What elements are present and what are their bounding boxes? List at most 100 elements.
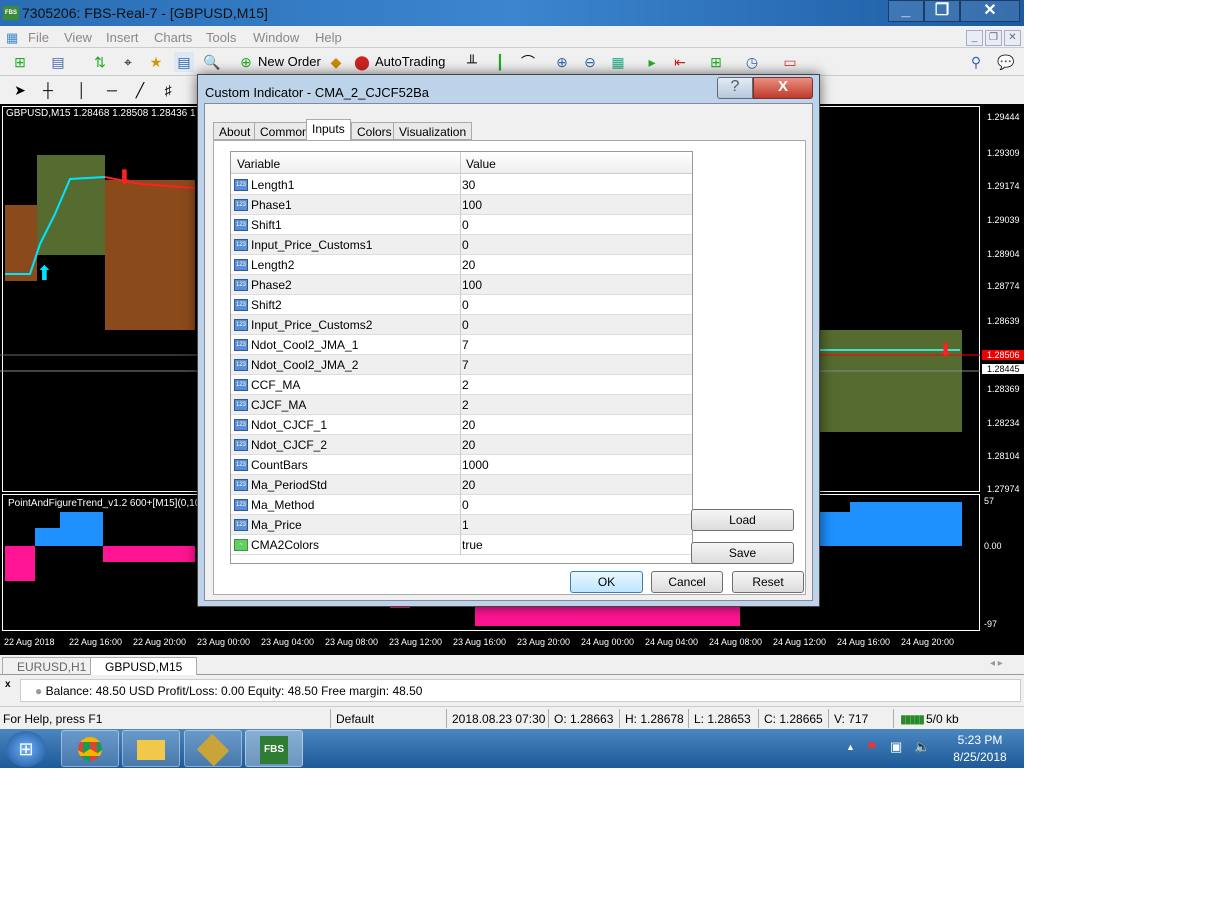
table-row[interactable]: 123 Ma_Method 0 bbox=[231, 495, 692, 515]
vertical-line-icon[interactable]: │ bbox=[72, 80, 92, 100]
mdi-restore-button[interactable]: ❐ bbox=[985, 30, 1002, 46]
periods-icon[interactable]: ◷ bbox=[742, 52, 762, 72]
variable-value[interactable]: 1 bbox=[462, 518, 469, 532]
variable-value[interactable]: 0 bbox=[462, 498, 469, 512]
cursor-icon[interactable]: ➤ bbox=[10, 80, 30, 100]
table-row[interactable]: 123 CCF_MA 2 bbox=[231, 375, 692, 395]
network-icon[interactable]: ▣ bbox=[890, 739, 902, 755]
menu-tools[interactable]: Tools bbox=[206, 30, 236, 45]
help-button[interactable]: ? bbox=[717, 77, 753, 99]
load-button[interactable]: Load bbox=[691, 509, 794, 531]
profiles-icon[interactable]: ▤ bbox=[48, 52, 68, 72]
navigator-icon[interactable]: ★ bbox=[146, 52, 166, 72]
trendline-icon[interactable]: ╱ bbox=[130, 80, 150, 100]
variable-value[interactable]: 7 bbox=[462, 338, 469, 352]
table-row[interactable]: 123 Ndot_Cool2_JMA_2 7 bbox=[231, 355, 692, 375]
variable-value[interactable]: 2 bbox=[462, 398, 469, 412]
new-order-icon[interactable]: ⊕ bbox=[236, 52, 256, 72]
fibonacci-icon[interactable]: ♯ bbox=[158, 80, 178, 100]
market-watch-icon[interactable]: ⇅ bbox=[90, 52, 110, 72]
strategy-tester-icon[interactable]: 🔍 bbox=[202, 52, 222, 72]
tab-inputs[interactable]: Inputs bbox=[306, 119, 351, 141]
table-row[interactable]: 123 CJCF_MA 2 bbox=[231, 395, 692, 415]
table-row[interactable]: 123 Input_Price_Customs2 0 bbox=[231, 315, 692, 335]
zoom-in-icon[interactable]: ⊕ bbox=[552, 52, 572, 72]
table-row[interactable]: 123 Length1 30 bbox=[231, 175, 692, 195]
variable-value[interactable]: 100 bbox=[462, 278, 482, 292]
zoom-out-icon[interactable]: ⊖ bbox=[580, 52, 600, 72]
menu-window[interactable]: Window bbox=[253, 30, 299, 45]
variable-value[interactable]: 0 bbox=[462, 238, 469, 252]
close-button[interactable]: ✕ bbox=[960, 0, 1020, 22]
tab-colors[interactable]: Colors bbox=[351, 122, 398, 140]
taskbar-chrome[interactable] bbox=[61, 730, 119, 767]
table-row[interactable]: 123 CountBars 1000 bbox=[231, 455, 692, 475]
table-row[interactable]: 123 Phase1 100 bbox=[231, 195, 692, 215]
minimize-button[interactable]: _ bbox=[888, 0, 924, 22]
variable-value[interactable]: 2 bbox=[462, 378, 469, 392]
table-row[interactable]: 123 Shift2 0 bbox=[231, 295, 692, 315]
variable-value[interactable]: 0 bbox=[462, 318, 469, 332]
action-center-icon[interactable]: ⚑ bbox=[866, 739, 878, 755]
variable-value[interactable]: 20 bbox=[462, 258, 475, 272]
table-row[interactable]: ~ CMA2Colors true bbox=[231, 535, 692, 555]
menu-file[interactable]: File bbox=[28, 30, 49, 45]
new-chart-icon[interactable]: ⊞ bbox=[10, 52, 30, 72]
crosshair-icon[interactable]: ┼ bbox=[38, 80, 58, 100]
taskbar-fbs[interactable]: FBS bbox=[245, 730, 303, 767]
save-button[interactable]: Save bbox=[691, 542, 794, 564]
taskbar-explorer[interactable] bbox=[122, 730, 180, 767]
autoscroll-icon[interactable]: ▸ bbox=[642, 52, 662, 72]
variable-value[interactable]: 30 bbox=[462, 178, 475, 192]
autotrading-button[interactable]: AutoTrading bbox=[375, 54, 445, 69]
variable-value[interactable]: 7 bbox=[462, 358, 469, 372]
table-row[interactable]: 123 Ndot_CJCF_2 20 bbox=[231, 435, 692, 455]
indicators-icon[interactable]: ⊞ bbox=[706, 52, 726, 72]
terminal-icon[interactable]: ▤ bbox=[174, 52, 194, 72]
ok-button[interactable]: OK bbox=[570, 571, 643, 593]
templates-icon[interactable]: ▭ bbox=[780, 52, 800, 72]
terminal-close-icon[interactable]: x bbox=[5, 679, 11, 690]
table-row[interactable]: 123 Phase2 100 bbox=[231, 275, 692, 295]
variable-value[interactable]: 100 bbox=[462, 198, 482, 212]
autotrading-icon[interactable]: ⬤ bbox=[352, 52, 372, 72]
menu-view[interactable]: View bbox=[64, 30, 92, 45]
variable-value[interactable]: true bbox=[462, 538, 483, 552]
new-order-button[interactable]: New Order bbox=[258, 54, 321, 69]
data-window-icon[interactable]: ⌖ bbox=[118, 52, 138, 72]
variable-value[interactable]: 1000 bbox=[462, 458, 489, 472]
taskbar-app[interactable] bbox=[184, 730, 242, 767]
table-row[interactable]: 123 Input_Price_Customs1 0 bbox=[231, 235, 692, 255]
variable-value[interactable]: 20 bbox=[462, 478, 475, 492]
table-row[interactable]: 123 Shift1 0 bbox=[231, 215, 692, 235]
menu-insert[interactable]: Insert bbox=[106, 30, 139, 45]
variable-value[interactable]: 20 bbox=[462, 438, 475, 452]
line-chart-icon[interactable]: ⌒ bbox=[518, 52, 538, 72]
mdi-close-button[interactable]: ✕ bbox=[1004, 30, 1021, 46]
menu-help[interactable]: Help bbox=[315, 30, 342, 45]
tile-windows-icon[interactable]: ▦ bbox=[608, 52, 628, 72]
maximize-button[interactable]: ❐ bbox=[924, 0, 960, 22]
tray-arrow-icon[interactable]: ▲ bbox=[846, 742, 855, 752]
clock[interactable]: 5:23 PM 8/25/2018 bbox=[952, 733, 1008, 764]
candlestick-icon[interactable]: ┃ bbox=[490, 52, 510, 72]
metaeditor-icon[interactable]: ◆ bbox=[326, 52, 346, 72]
search-icon[interactable]: ⚲ bbox=[966, 52, 986, 72]
reset-button[interactable]: Reset bbox=[732, 571, 804, 593]
cancel-button[interactable]: Cancel bbox=[651, 571, 723, 593]
variable-value[interactable]: 20 bbox=[462, 418, 475, 432]
menu-charts[interactable]: Charts bbox=[154, 30, 192, 45]
tab-about[interactable]: About bbox=[213, 122, 257, 140]
tab-scroll-arrows[interactable]: ◂ ▸ bbox=[990, 658, 1003, 669]
table-row[interactable]: 123 Ma_Price 1 bbox=[231, 515, 692, 535]
tab-visualization[interactable]: Visualization bbox=[393, 122, 473, 140]
bar-chart-icon[interactable]: ╨ bbox=[462, 52, 482, 72]
variable-value[interactable]: 0 bbox=[462, 298, 469, 312]
volume-icon[interactable]: 🔈 bbox=[914, 739, 930, 755]
tab-gbpusd-m15[interactable]: GBPUSD,M15 bbox=[90, 657, 198, 675]
table-row[interactable]: 123 Ndot_CJCF_1 20 bbox=[231, 415, 692, 435]
mdi-minimize-button[interactable]: _ bbox=[966, 30, 983, 46]
variable-value[interactable]: 0 bbox=[462, 218, 469, 232]
tab-eurusd-h1[interactable]: EURUSD,H1 bbox=[2, 657, 102, 675]
dialog-close-button[interactable]: X bbox=[753, 77, 813, 99]
